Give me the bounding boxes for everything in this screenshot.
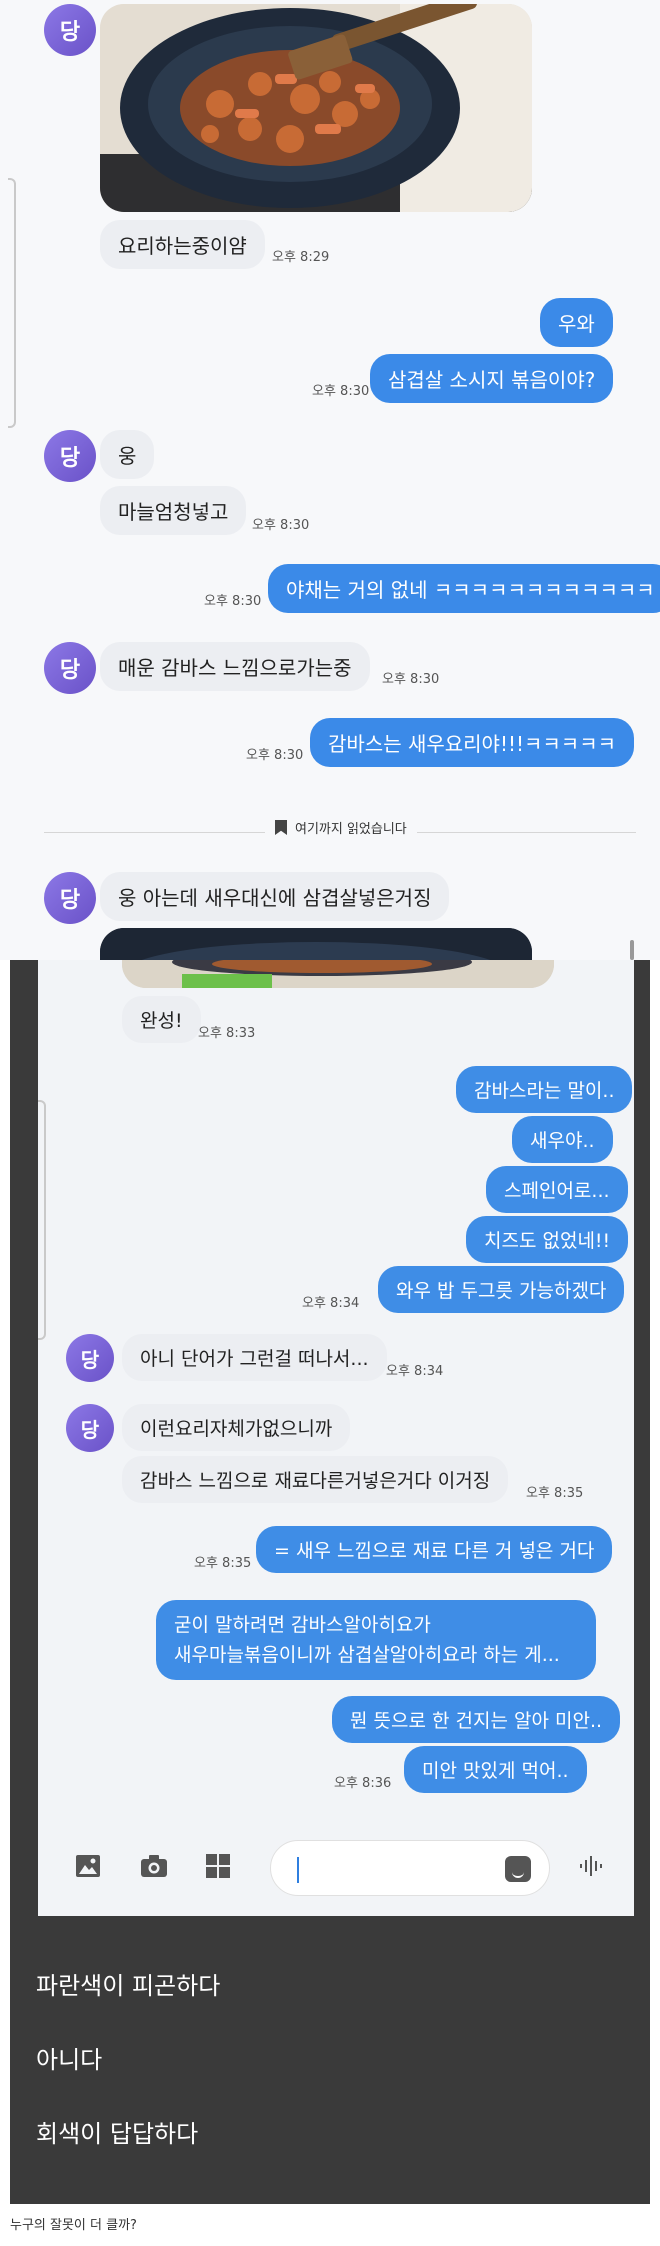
bookmark-icon — [275, 820, 287, 835]
message-time: 오후 8:29 — [272, 250, 330, 265]
pan-image — [100, 928, 532, 960]
message-sent[interactable]: 뭔 뜻으로 한 건지는 알아 미안.. — [332, 1696, 621, 1743]
message-received[interactable]: 아니 단어가 그런걸 떠나서... — [122, 1334, 387, 1381]
plate-image — [122, 960, 554, 988]
avatar[interactable]: 당 — [44, 430, 96, 482]
message-sent[interactable]: 와우 밥 두그릇 가능하겠다 — [378, 1266, 625, 1313]
message-sent-multiline[interactable]: 굳이 말하려면 감바스알아히요가 새우마늘볶음이니까 삼겹살알아히요라 하는 게… — [156, 1600, 596, 1680]
caption: 누구의 잘못이 더 클까? — [10, 2218, 137, 2233]
voice-icon[interactable] — [578, 1852, 606, 1880]
message-time: 오후 8:34 — [386, 1364, 444, 1379]
avatar[interactable]: 당 — [44, 872, 96, 924]
message-time: 오후 8:30 — [312, 384, 370, 399]
camera-icon[interactable] — [140, 1852, 168, 1880]
avatar[interactable]: 당 — [66, 1334, 114, 1382]
message-sent[interactable]: = 새우 느낌으로 재료 다른 거 넣은 거다 — [256, 1526, 613, 1573]
message-sent[interactable]: 우와 — [540, 298, 613, 347]
avatar[interactable]: 당 — [44, 4, 96, 56]
message-input[interactable] — [270, 1840, 550, 1896]
message-sent[interactable]: 야채는 거의 없네 ㅋㅋㅋㅋㅋㅋㅋㅋㅋㅋㅋㅋ — [268, 564, 660, 613]
message-received[interactable]: 완성! — [122, 996, 201, 1043]
poll-option-blue[interactable]: 파란색이 피곤하다 — [36, 1966, 220, 2001]
message-time: 오후 8:30 — [382, 672, 440, 687]
message-received[interactable]: 웅 — [100, 430, 155, 479]
scroll-edge — [8, 178, 16, 428]
message-time: 오후 8:30 — [252, 518, 310, 533]
message-input-bar — [38, 1820, 634, 1916]
text-caret — [297, 1857, 299, 1883]
dish-photo-bottom[interactable] — [122, 960, 554, 988]
dish-photo-top[interactable] — [100, 928, 532, 960]
chat-screenshot-bottom: 완성! 오후 8:33 감바스라는 말이.. 새우야.. 스페인어로... 치즈… — [10, 960, 650, 2204]
cooking-photo[interactable] — [100, 4, 532, 212]
apps-grid-icon[interactable] — [204, 1852, 232, 1880]
page: 당 요리하는중이얌 오후 8:29 우와 삼겹살 소시지 볶음이야? 오후 8:… — [0, 0, 660, 2246]
gallery-icon[interactable] — [74, 1852, 102, 1880]
message-sent[interactable]: 치즈도 없었네!! — [466, 1216, 629, 1263]
poll-option-neither[interactable]: 아니다 — [36, 2040, 102, 2075]
poll-option-gray[interactable]: 회색이 답답하다 — [36, 2114, 198, 2149]
message-time: 오후 8:30 — [246, 748, 304, 763]
message-time: 오후 8:34 — [302, 1296, 360, 1311]
message-received[interactable]: 감바스 느낌으로 재료다른거넣은거다 이거징 — [122, 1456, 509, 1503]
message-sent[interactable]: 미안 맛있게 먹어.. — [404, 1746, 587, 1793]
message-time: 오후 8:35 — [194, 1556, 252, 1571]
read-divider-label: 여기까지 읽었습니다 — [295, 822, 407, 837]
scroll-edge — [38, 1100, 46, 1340]
message-sent[interactable]: 스페인어로... — [486, 1166, 628, 1213]
message-time: 오후 8:35 — [526, 1486, 584, 1501]
message-sent[interactable]: 삼겹살 소시지 볶음이야? — [370, 354, 614, 403]
message-received[interactable]: 웅 아는데 새우대신에 삼겹살넣은거징 — [100, 872, 450, 921]
message-time: 오후 8:30 — [204, 594, 262, 609]
message-received[interactable]: 요리하는중이얌 — [100, 220, 265, 269]
chat-screenshot-top: 당 요리하는중이얌 오후 8:29 우와 삼겹살 소시지 볶음이야? 오후 8:… — [0, 0, 660, 960]
pan-stirfry-image — [100, 4, 532, 212]
message-sent[interactable]: 감바스라는 말이.. — [456, 1066, 633, 1113]
message-sent[interactable]: 새우야.. — [512, 1116, 613, 1163]
message-sent[interactable]: 감바스는 새우요리야!!!ㅋㅋㅋㅋㅋ — [310, 718, 635, 767]
read-divider: 여기까지 읽었습니다 — [265, 818, 417, 837]
message-received[interactable]: 이런요리자체가없으니까 — [122, 1404, 351, 1451]
message-received[interactable]: 매운 감바스 느낌으로가는중 — [100, 642, 370, 691]
message-time: 오후 8:36 — [334, 1776, 392, 1791]
message-line: 굳이 말하려면 감바스알아히요가 — [174, 1614, 431, 1636]
scrollbar[interactable] — [630, 940, 634, 960]
emoji-sticker-icon[interactable] — [505, 1856, 531, 1882]
chat-window: 완성! 오후 8:33 감바스라는 말이.. 새우야.. 스페인어로... 치즈… — [38, 960, 634, 1916]
avatar[interactable]: 당 — [66, 1404, 114, 1452]
avatar[interactable]: 당 — [44, 642, 96, 694]
message-line: 새우마늘볶음이니까 삼겹살알아히요라 하는 게... — [174, 1644, 560, 1666]
message-time: 오후 8:33 — [198, 1026, 256, 1041]
message-received[interactable]: 마늘엄청넣고 — [100, 486, 247, 535]
